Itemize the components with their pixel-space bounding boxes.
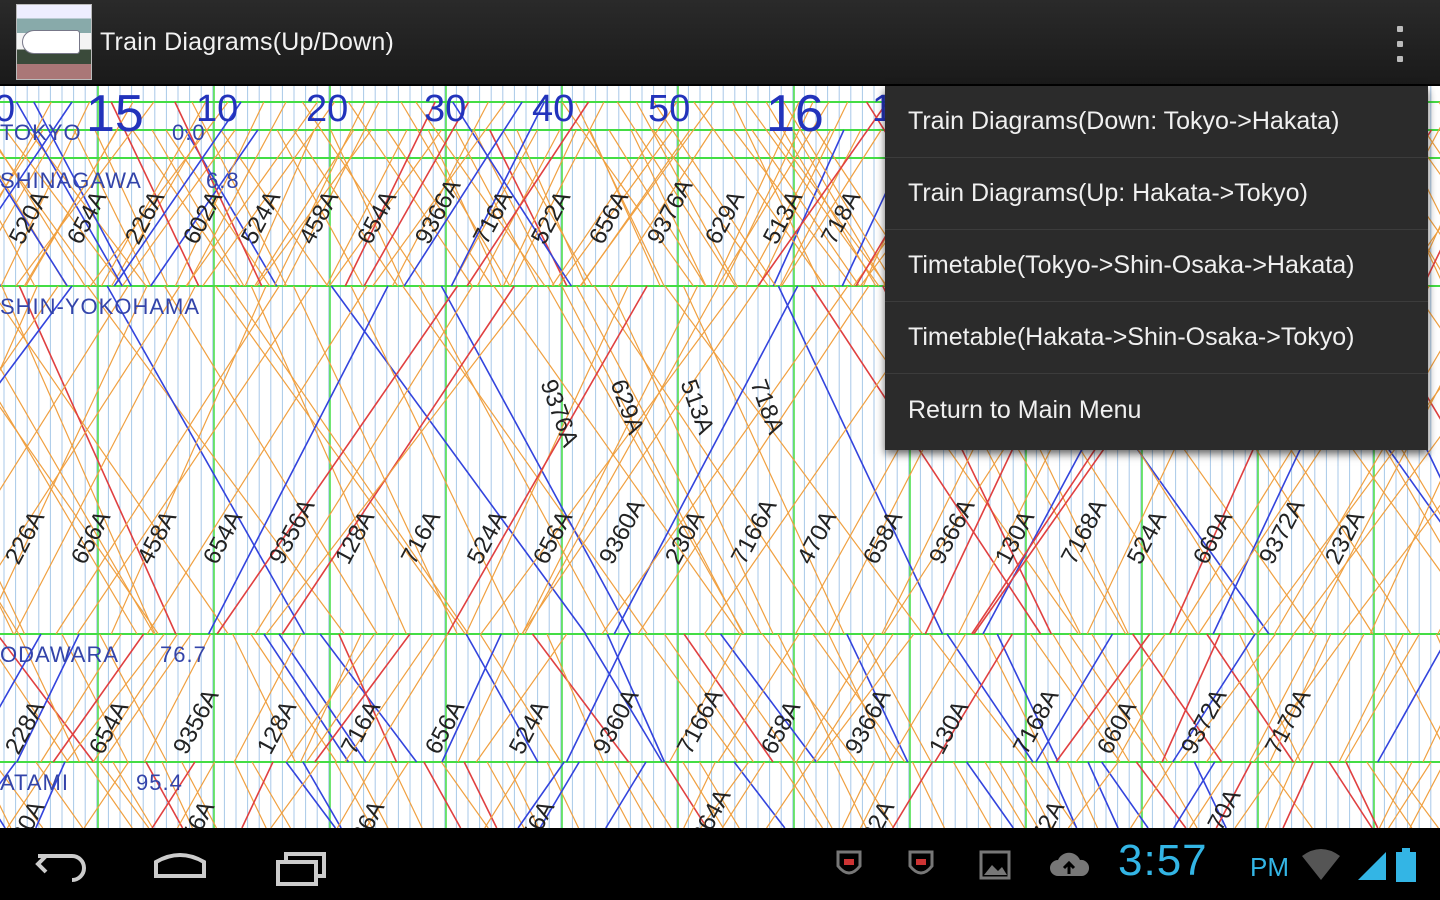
train-path — [418, 285, 609, 635]
shinkansen-thumbnail-icon[interactable] — [16, 4, 92, 80]
menu-item-return-main[interactable]: Return to Main Menu — [885, 374, 1428, 446]
train-path — [1130, 761, 1174, 828]
train-path — [234, 761, 267, 828]
battery-icon[interactable] — [1394, 848, 1418, 882]
train-path — [613, 761, 652, 828]
train-path — [270, 761, 320, 828]
train-path — [302, 761, 342, 828]
status-clock: 3:57 — [1118, 836, 1208, 885]
station-km: 0.0 — [172, 120, 206, 145]
station-name: ODAWARA — [0, 642, 120, 667]
train-path — [524, 285, 720, 635]
wifi-icon[interactable] — [1300, 848, 1342, 882]
train-path — [682, 285, 845, 635]
train-path — [1388, 761, 1432, 828]
train-path — [601, 285, 849, 635]
time-label: 30 — [424, 88, 467, 130]
train-path — [76, 285, 312, 635]
app-title: Train Diagrams(Up/Down) — [100, 27, 395, 56]
train-path — [423, 761, 462, 828]
time-label: 50 — [648, 88, 691, 130]
back-icon[interactable] — [32, 842, 92, 886]
overflow-menu-icon[interactable] — [1390, 26, 1410, 62]
train-path — [952, 761, 992, 828]
train-path — [110, 285, 267, 635]
train-path — [265, 285, 534, 635]
menu-item-down-diagram[interactable]: Train Diagrams(Down: Tokyo->Hakata) — [885, 86, 1428, 158]
train-path — [0, 285, 73, 384]
train-path — [546, 285, 745, 635]
train-path — [1422, 724, 1440, 763]
recent-apps-icon[interactable] — [272, 842, 332, 886]
train-path — [0, 285, 59, 372]
train-path — [146, 285, 368, 635]
menu-item-up-diagram[interactable]: Train Diagrams(Up: Hakata->Tokyo) — [885, 158, 1428, 230]
station-name: ATAMI — [0, 770, 69, 795]
station-km: 76.7 — [160, 642, 207, 667]
station-name: SHIN-YOKOHAMA — [0, 294, 201, 319]
time-label: 16 — [766, 86, 824, 143]
train-path — [0, 605, 15, 635]
train-path — [83, 761, 130, 828]
train-path — [593, 285, 827, 635]
train-path — [1338, 633, 1405, 763]
home-icon[interactable] — [150, 842, 210, 886]
shield-notification-icon[interactable] — [906, 848, 936, 882]
train-path — [390, 761, 423, 828]
menu-item-timetable-up[interactable]: Timetable(Hakata->Shin-Osaka->Tokyo) — [885, 302, 1428, 374]
train-path — [207, 285, 389, 635]
time-label: 20 — [306, 88, 349, 130]
train-path — [637, 285, 870, 635]
action-bar: Train Diagrams(Up/Down) — [0, 0, 1440, 86]
cloud-upload-icon[interactable] — [1048, 848, 1090, 882]
train-path — [0, 366, 155, 635]
station-km: 95.4 — [136, 770, 183, 795]
system-navigation-bar — [0, 828, 1440, 900]
time-label: 15 — [86, 86, 144, 143]
station-name: SHINAGAWA — [0, 168, 142, 193]
image-notification-icon[interactable] — [978, 848, 1012, 882]
train-path — [440, 285, 632, 635]
overflow-popup-menu: Train Diagrams(Down: Tokyo->Hakata) Trai… — [885, 86, 1428, 450]
train-path — [608, 285, 774, 635]
status-clock-ampm: PM — [1250, 852, 1289, 882]
shield-notification-icon[interactable] — [834, 848, 864, 882]
menu-item-timetable-down[interactable]: Timetable(Tokyo->Shin-Osaka->Hakata) — [885, 230, 1428, 302]
train-path — [0, 401, 138, 635]
train-path — [911, 761, 945, 828]
train-path — [561, 285, 744, 635]
station-name: TOKYO — [0, 120, 82, 145]
signal-icon[interactable] — [1356, 848, 1390, 882]
train-path — [1344, 633, 1420, 763]
train-path — [85, 761, 133, 828]
time-label: 40 — [532, 88, 575, 130]
train-path — [892, 761, 934, 828]
